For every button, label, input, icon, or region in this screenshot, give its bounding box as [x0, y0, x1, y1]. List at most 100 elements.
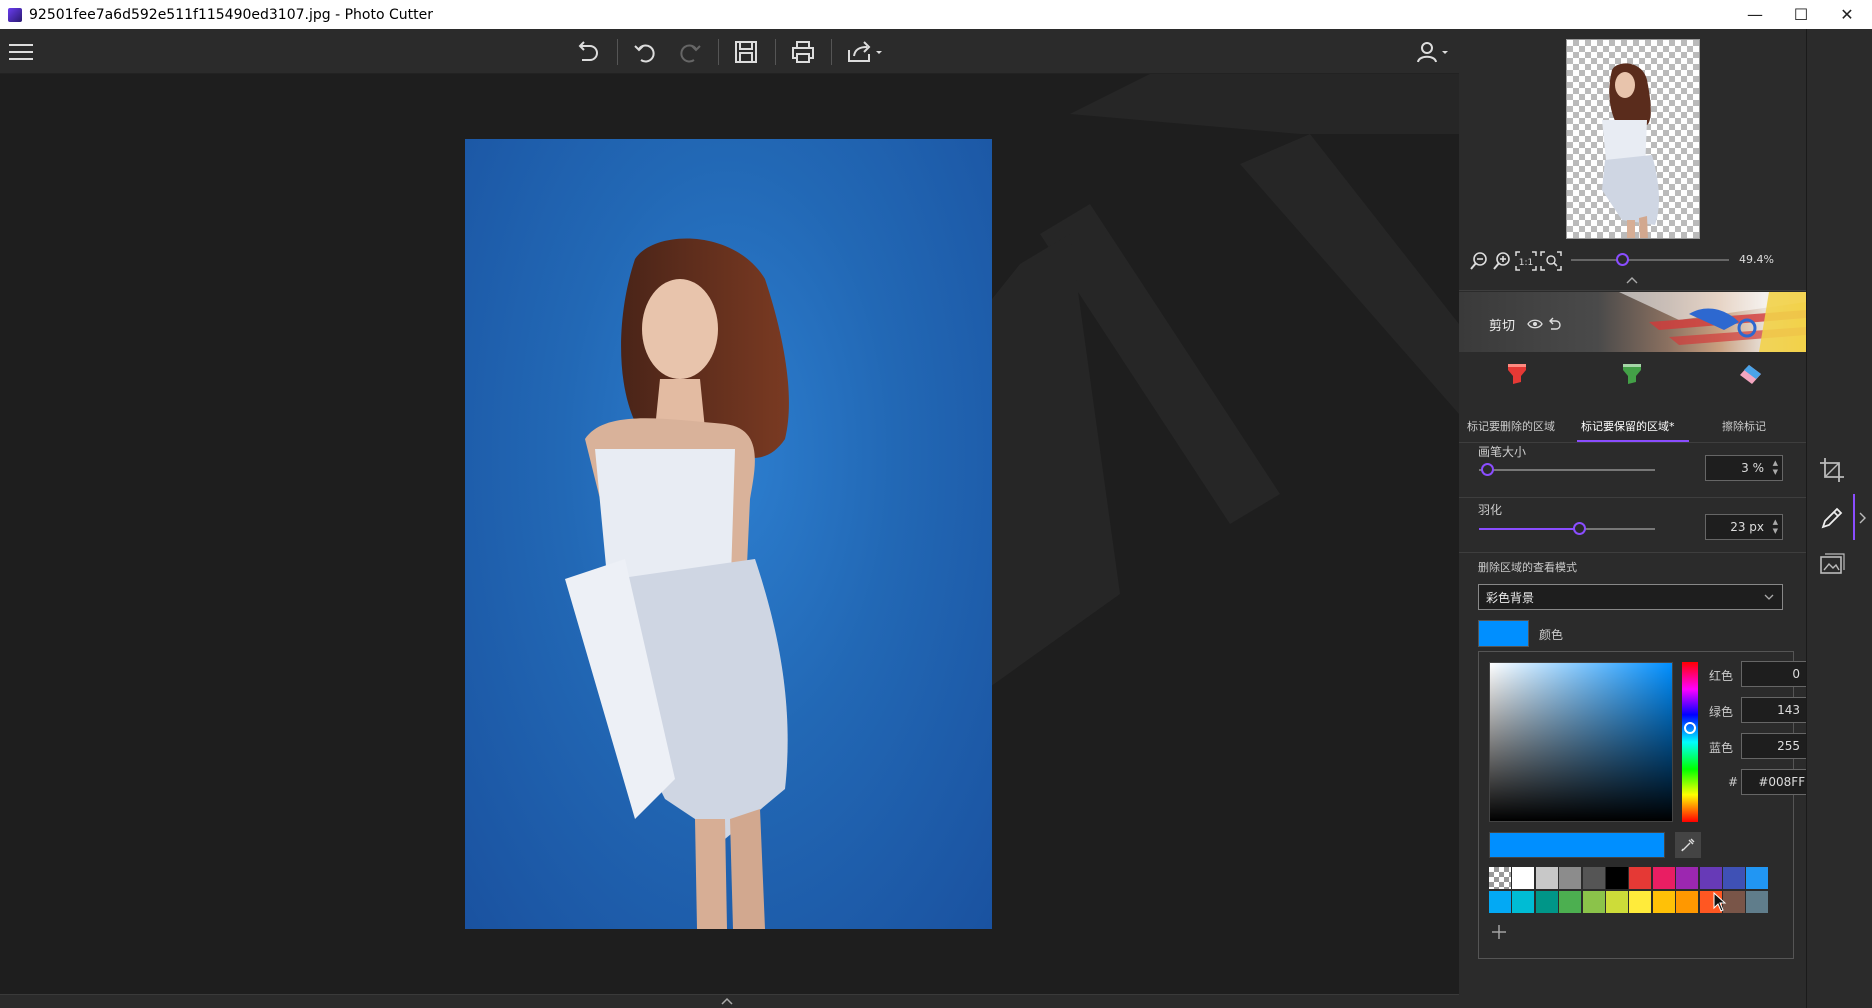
fit-to-window-icon[interactable] [1540, 251, 1562, 271]
brush-size-knob[interactable] [1481, 463, 1494, 476]
zoom-value: 49.4% [1739, 253, 1774, 266]
feather-input[interactable]: 23 px ▲ ▼ [1705, 514, 1783, 540]
eyedropper-icon [1681, 838, 1695, 852]
tool-erase-marks[interactable]: 擦除标记 [1691, 352, 1806, 442]
color-swatch-item[interactable] [1559, 891, 1582, 913]
cut-label: 剪切 [1489, 319, 1516, 334]
hue-knob[interactable] [1684, 722, 1696, 734]
printer-icon [792, 41, 814, 63]
feather-label: 羽化 [1478, 503, 1503, 517]
tool-keep-area[interactable]: 标记要保留的区域* [1574, 352, 1691, 442]
redo-icon [680, 44, 701, 63]
zoom-slider-track[interactable] [1571, 259, 1729, 261]
tool-label: 标记要删除的区域 [1467, 420, 1555, 433]
color-swatch-item[interactable] [1652, 891, 1675, 913]
watermark-logo [980, 74, 1459, 694]
undo-icon [634, 44, 655, 63]
tool-delete-area[interactable]: 标记要删除的区域 [1459, 352, 1574, 442]
feather-knob[interactable] [1573, 522, 1586, 535]
blue-label: 蓝色 [1709, 741, 1734, 755]
window-title: 92501fee7a6d592e511f115490ed3107.jpg - P… [29, 6, 433, 23]
bottom-bar [0, 994, 1459, 1008]
view-mode-select[interactable]: 彩色背景 [1478, 584, 1783, 610]
brush-size-track[interactable] [1479, 469, 1655, 471]
color-swatch-item[interactable] [1746, 867, 1769, 889]
toolbar [0, 29, 1459, 74]
color-swatch-item[interactable] [1723, 867, 1745, 889]
app-icon [8, 7, 22, 22]
color-swatch-item[interactable] [1606, 867, 1628, 889]
color-preview [1489, 832, 1665, 858]
brush-size-input[interactable]: 3 % ▲ ▼ [1705, 455, 1783, 481]
hex-label: # [1728, 775, 1739, 789]
maximize-button[interactable]: ☐ [1778, 0, 1824, 29]
preview-thumbnail[interactable] [1566, 39, 1700, 239]
color-swatch-item[interactable] [1746, 891, 1769, 913]
color-swatch-item[interactable] [1676, 867, 1699, 889]
redo-button[interactable] [675, 37, 705, 67]
revert-button[interactable] [573, 37, 603, 67]
chevron-up-icon [721, 997, 733, 1005]
color-swatch-item[interactable] [1676, 891, 1699, 913]
zoom-out-icon[interactable] [1469, 251, 1489, 271]
share-button[interactable] [843, 37, 887, 67]
revert-icon [578, 41, 598, 61]
chevron-right-icon[interactable] [1859, 512, 1867, 524]
share-icon [848, 41, 882, 62]
undo-button[interactable] [630, 37, 660, 67]
active-tool-indicator [1853, 494, 1855, 540]
view-mode-label: 删除区域的查看模式 [1478, 561, 1577, 574]
color-swatch[interactable] [1478, 620, 1529, 647]
save-button[interactable] [731, 37, 761, 67]
swatch-transparent[interactable] [1489, 867, 1511, 889]
color-swatch-item[interactable] [1489, 891, 1511, 913]
color-swatch-item[interactable] [1582, 867, 1605, 889]
green-label: 绿色 [1709, 705, 1734, 719]
saturation-value-area[interactable] [1489, 662, 1673, 822]
eyedropper-button[interactable] [1675, 832, 1701, 858]
cut-section[interactable]: 剪切 [1459, 292, 1806, 352]
color-swatch-item[interactable] [1699, 867, 1722, 889]
tool-label: 擦除标记 [1722, 420, 1766, 433]
hue-slider[interactable] [1682, 662, 1698, 822]
color-swatch-item[interactable] [1652, 867, 1675, 889]
green-marker-icon [1623, 364, 1641, 384]
save-icon [735, 41, 757, 63]
crop-icon[interactable] [1819, 457, 1845, 483]
print-button[interactable] [788, 37, 818, 67]
chevron-up-icon[interactable] [1625, 275, 1639, 285]
background-image-icon[interactable] [1819, 553, 1845, 577]
image-canvas[interactable] [0, 74, 1459, 994]
color-swatch-item[interactable] [1535, 891, 1558, 913]
brush-tool-icon[interactable] [1819, 505, 1845, 531]
color-swatch-item[interactable] [1559, 867, 1582, 889]
color-swatch-item[interactable] [1512, 867, 1535, 889]
color-swatch-item[interactable] [1582, 891, 1605, 913]
color-swatch-item[interactable] [1512, 891, 1535, 913]
color-swatch-item[interactable] [1629, 867, 1652, 889]
color-swatch-item[interactable] [1535, 867, 1558, 889]
tool-label: 标记要保留的区域* [1581, 420, 1675, 433]
hamburger-icon [9, 44, 33, 60]
close-button[interactable]: ✕ [1824, 0, 1870, 29]
tool-strip [1806, 29, 1872, 1008]
user-icon [1417, 42, 1448, 63]
color-swatch-item[interactable] [1606, 891, 1628, 913]
red-label: 红色 [1709, 669, 1734, 683]
brush-size-label: 画笔大小 [1478, 445, 1527, 459]
mouse-cursor-icon [1713, 892, 1727, 912]
color-picker-popup: 红色 0▲▼ 绿色 143▲▼ 蓝色 255▲▼ # #008FFF [1478, 651, 1819, 959]
eye-icon[interactable] [1527, 318, 1543, 330]
color-swatch-item[interactable] [1629, 891, 1652, 913]
red-marker-icon [1508, 364, 1526, 384]
zoom-in-icon[interactable] [1492, 251, 1512, 271]
eraser-icon [1740, 365, 1761, 384]
chevron-down-icon [1764, 594, 1774, 600]
add-swatch-icon[interactable] [1491, 924, 1507, 940]
zoom-slider-knob[interactable] [1616, 253, 1629, 266]
account-button[interactable] [1413, 37, 1453, 67]
reset-icon[interactable] [1547, 316, 1563, 332]
minimize-button[interactable]: — [1732, 0, 1778, 29]
menu-button[interactable] [6, 37, 36, 67]
actual-size-icon[interactable]: 1:1 [1515, 251, 1537, 271]
